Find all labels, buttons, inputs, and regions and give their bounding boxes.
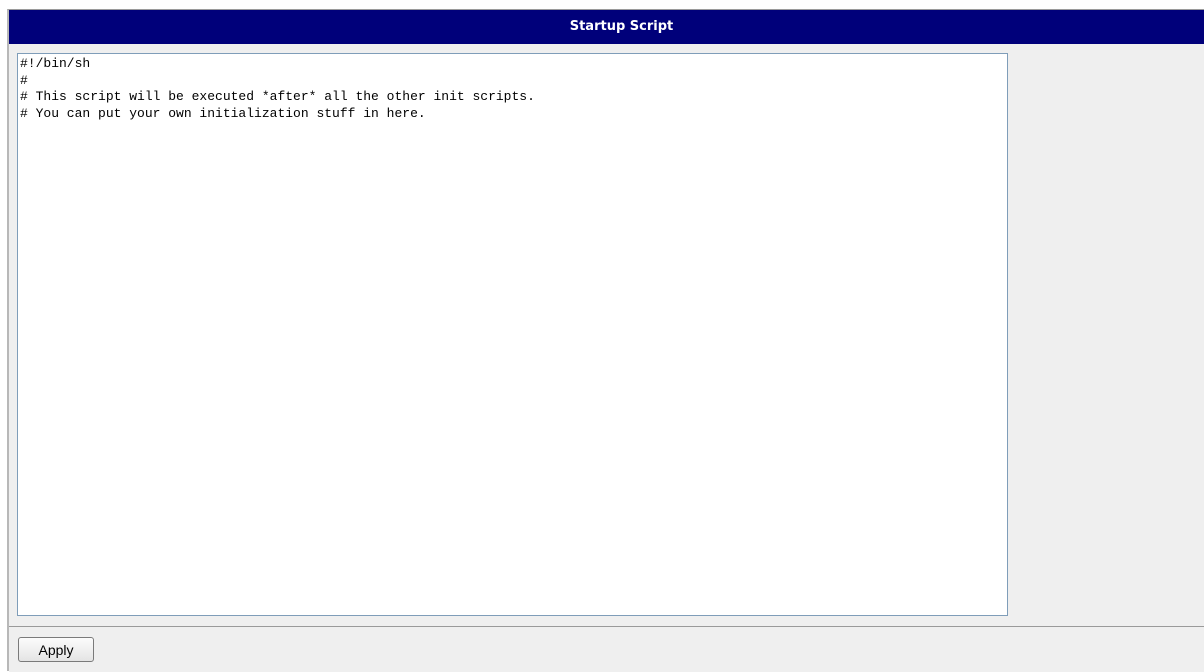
apply-button[interactable]: Apply bbox=[18, 637, 94, 662]
editor-area: #!/bin/sh # # This script will be execut… bbox=[9, 44, 1204, 626]
panel-title: Startup Script bbox=[9, 10, 1204, 44]
startup-script-editor[interactable]: #!/bin/sh # # This script will be execut… bbox=[17, 53, 1008, 616]
startup-script-panel: Startup Script #!/bin/sh # # This script… bbox=[7, 9, 1204, 672]
panel-footer: Apply bbox=[9, 627, 1204, 672]
